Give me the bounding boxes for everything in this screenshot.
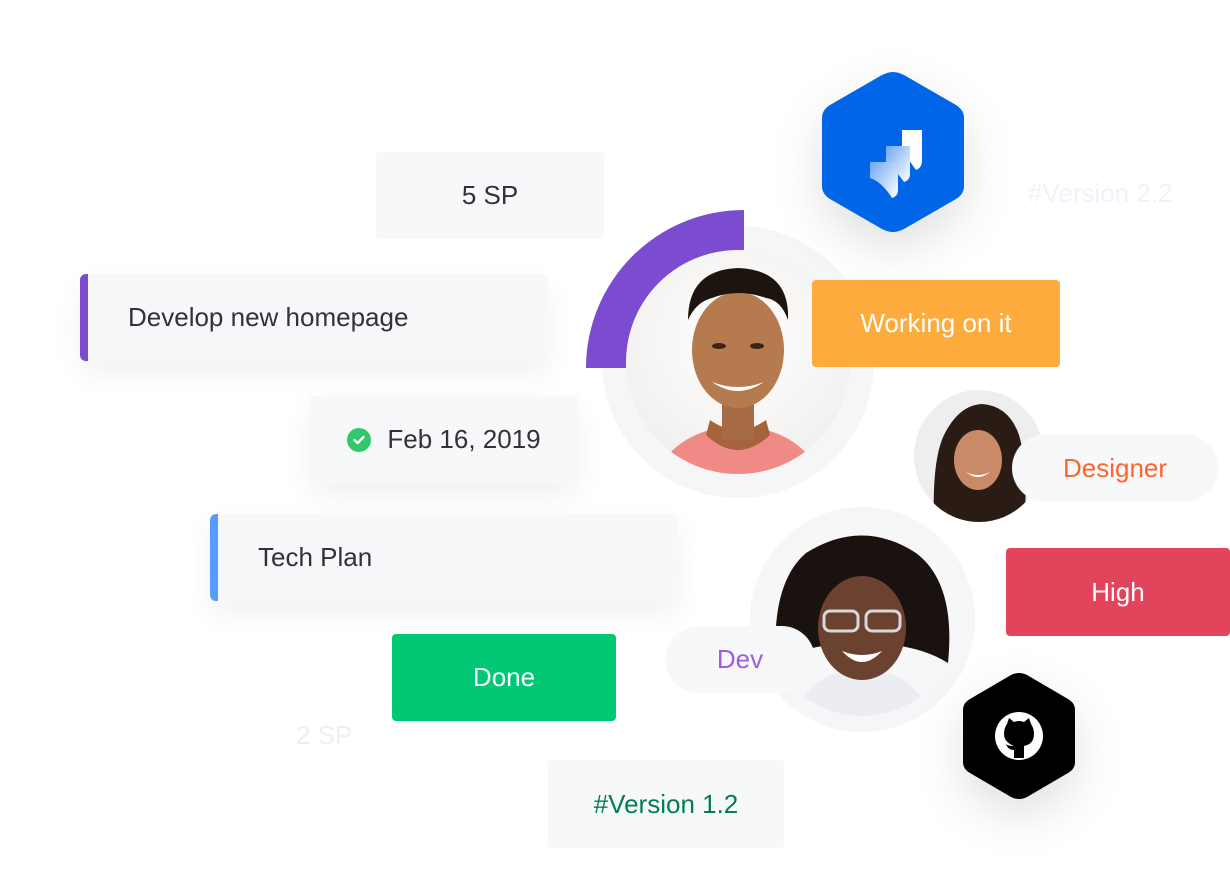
- github-logo-icon[interactable]: [960, 670, 1078, 802]
- role-label: Designer: [1062, 452, 1168, 483]
- jira-logo-icon[interactable]: [818, 68, 968, 236]
- task-card-develop-homepage[interactable]: Develop new homepage: [80, 274, 548, 361]
- task-title: Develop new homepage: [128, 302, 409, 332]
- priority-label: High: [1091, 576, 1145, 607]
- role-pill-designer[interactable]: Designer: [1012, 434, 1218, 502]
- role-label: Dev: [716, 644, 764, 674]
- ghost-version-label: #Version 2.2: [1028, 178, 1173, 208]
- version-tag-card[interactable]: #Version 1.2: [548, 760, 784, 848]
- story-points-value: 5 SP: [461, 180, 519, 210]
- status-working-on-it[interactable]: Working on it: [812, 280, 1060, 367]
- ghost-story-points-label: 2 SP: [296, 720, 353, 750]
- priority-high[interactable]: High: [1006, 548, 1230, 636]
- role-pill-dev[interactable]: Dev: [665, 626, 815, 693]
- due-date-value: Feb 16, 2019: [387, 424, 541, 454]
- check-circle-icon: [347, 427, 372, 452]
- status-done[interactable]: Done: [392, 634, 616, 721]
- version-label: #Version 1.2: [593, 788, 739, 819]
- story-points-card[interactable]: 5 SP: [376, 152, 604, 239]
- status-label: Done: [472, 662, 536, 692]
- due-date-card[interactable]: Feb 16, 2019: [310, 396, 578, 483]
- status-label: Working on it: [860, 308, 1012, 338]
- task-card-tech-plan[interactable]: Tech Plan: [210, 514, 678, 601]
- task-title: Tech Plan: [258, 542, 373, 572]
